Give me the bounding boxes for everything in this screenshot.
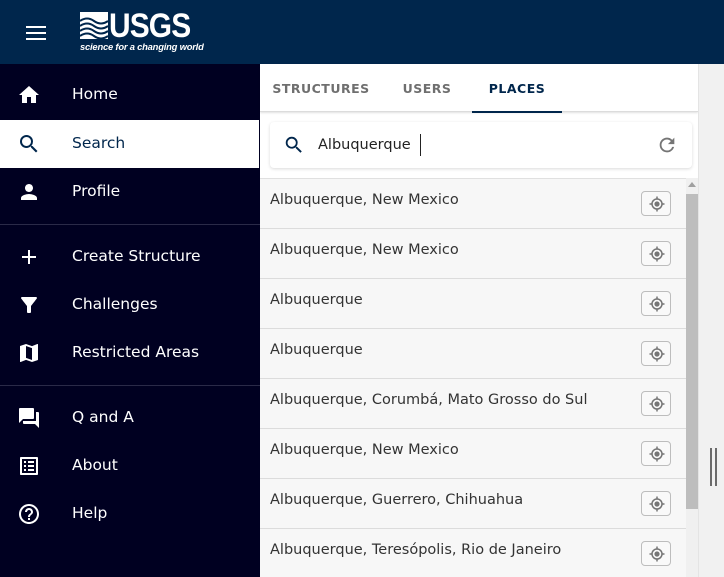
result-name: Albuquerque — [270, 342, 363, 358]
home-icon — [19, 86, 39, 103]
sidebar-item-label: Search — [72, 134, 126, 152]
results-scrollbar[interactable] — [686, 178, 698, 577]
usgs-wave-logo-icon — [80, 12, 108, 39]
plus-icon — [22, 250, 36, 264]
tab-places[interactable]: PLACES — [472, 64, 562, 113]
sidebar-item-search[interactable]: Search — [0, 120, 259, 168]
sidebar-item-label: Create Structure — [72, 247, 201, 265]
search-icon — [285, 136, 302, 153]
result-row[interactable]: Albuquerque, Corumbá, Mato Grosso do Sul — [260, 379, 686, 429]
sidebar-item-label: Help — [72, 504, 108, 522]
locate-button[interactable] — [641, 341, 671, 366]
result-name: Albuquerque, New Mexico — [270, 242, 459, 258]
search-panel: STRUCTURES USERS PLACES Albuquerque, New… — [260, 64, 698, 577]
result-row[interactable]: Albuquerque, New Mexico — [260, 429, 686, 479]
result-name: Albuquerque, Guerrero, Chihuahua — [270, 492, 524, 508]
locate-icon — [649, 496, 665, 512]
sidebar-divider — [0, 385, 260, 386]
sidebar-item-profile[interactable]: Profile — [0, 168, 259, 216]
sidebar-item-label: Home — [72, 85, 118, 103]
person-icon — [21, 184, 37, 200]
sidebar-item-about[interactable]: About — [0, 442, 259, 490]
sidebar-item-label: Challenges — [72, 295, 158, 313]
locate-button[interactable] — [641, 241, 671, 266]
sidebar-item-help[interactable]: Help — [0, 490, 259, 538]
search-tabs: STRUCTURES USERS PLACES — [260, 64, 698, 113]
search-icon — [20, 135, 38, 153]
text-caret — [420, 134, 421, 156]
locate-button[interactable] — [641, 191, 671, 216]
sidebar-item-label: Restricted Areas — [72, 343, 200, 361]
locate-button[interactable] — [641, 391, 671, 416]
locate-icon — [649, 246, 665, 262]
map-pane — [698, 64, 724, 577]
usgs-logo[interactable]: USGS science for a changing world — [80, 7, 204, 54]
sidebar-item-restricted-areas[interactable]: Restricted Areas — [0, 329, 259, 377]
sidebar-item-home[interactable]: Home — [0, 71, 259, 119]
sidebar-item-q-and-a[interactable]: Q and A — [0, 394, 259, 442]
help-circle-icon — [19, 504, 39, 524]
sidebar-item-label: Profile — [72, 182, 121, 200]
result-name: Albuquerque, Corumbá, Mato Grosso do Sul — [270, 392, 588, 408]
sidebar-divider — [0, 224, 260, 225]
tab-structures[interactable]: STRUCTURES — [264, 64, 378, 112]
hamburger-menu-icon[interactable] — [26, 26, 46, 40]
scroll-up-arrow-icon[interactable] — [688, 182, 696, 187]
tab-users[interactable]: USERS — [387, 64, 467, 112]
locate-button[interactable] — [641, 491, 671, 516]
search-input[interactable] — [318, 130, 648, 160]
refresh-icon[interactable] — [656, 134, 678, 156]
scrollbar-thumb[interactable] — [686, 194, 698, 509]
locate-icon — [649, 346, 665, 362]
result-name: Albuquerque, New Mexico — [270, 442, 459, 458]
result-row[interactable]: Albuquerque, New Mexico — [260, 179, 686, 229]
result-name: Albuquerque — [270, 292, 363, 308]
result-name: Albuquerque, Teresópolis, Rio de Janeiro — [270, 542, 562, 558]
pane-resize-handle[interactable] — [710, 448, 718, 486]
locate-button[interactable] — [641, 291, 671, 316]
locate-button[interactable] — [641, 441, 671, 466]
result-row[interactable]: Albuquerque, Teresópolis, Rio de Janeiro — [260, 529, 686, 577]
result-row[interactable]: Albuquerque — [260, 279, 686, 329]
sidebar-item-challenges[interactable]: Challenges — [0, 281, 259, 329]
sidebar-nav: Home Search Profile Create Structure Cha… — [0, 64, 260, 577]
logo-tagline: science for a changing world — [80, 41, 204, 52]
place-search-box — [270, 122, 692, 168]
results-list: Albuquerque, New Mexico Albuquerque, New … — [260, 178, 686, 577]
locate-button[interactable] — [641, 541, 671, 566]
list-icon — [20, 457, 38, 475]
locate-icon — [649, 446, 665, 462]
locate-icon — [649, 196, 665, 212]
forum-icon — [19, 408, 39, 428]
filter-icon — [21, 297, 37, 313]
result-row[interactable]: Albuquerque, New Mexico — [260, 229, 686, 279]
map-icon — [20, 344, 38, 362]
top-app-bar: USGS science for a changing world — [0, 0, 724, 64]
sidebar-item-label: Q and A — [72, 408, 134, 426]
locate-icon — [649, 296, 665, 312]
sidebar-item-label: About — [72, 456, 118, 474]
sidebar-item-create-structure[interactable]: Create Structure — [0, 233, 259, 281]
result-row[interactable]: Albuquerque — [260, 329, 686, 379]
result-row[interactable]: Albuquerque, Guerrero, Chihuahua — [260, 479, 686, 529]
locate-icon — [649, 546, 665, 562]
locate-icon — [649, 396, 665, 412]
result-name: Albuquerque, New Mexico — [270, 192, 459, 208]
